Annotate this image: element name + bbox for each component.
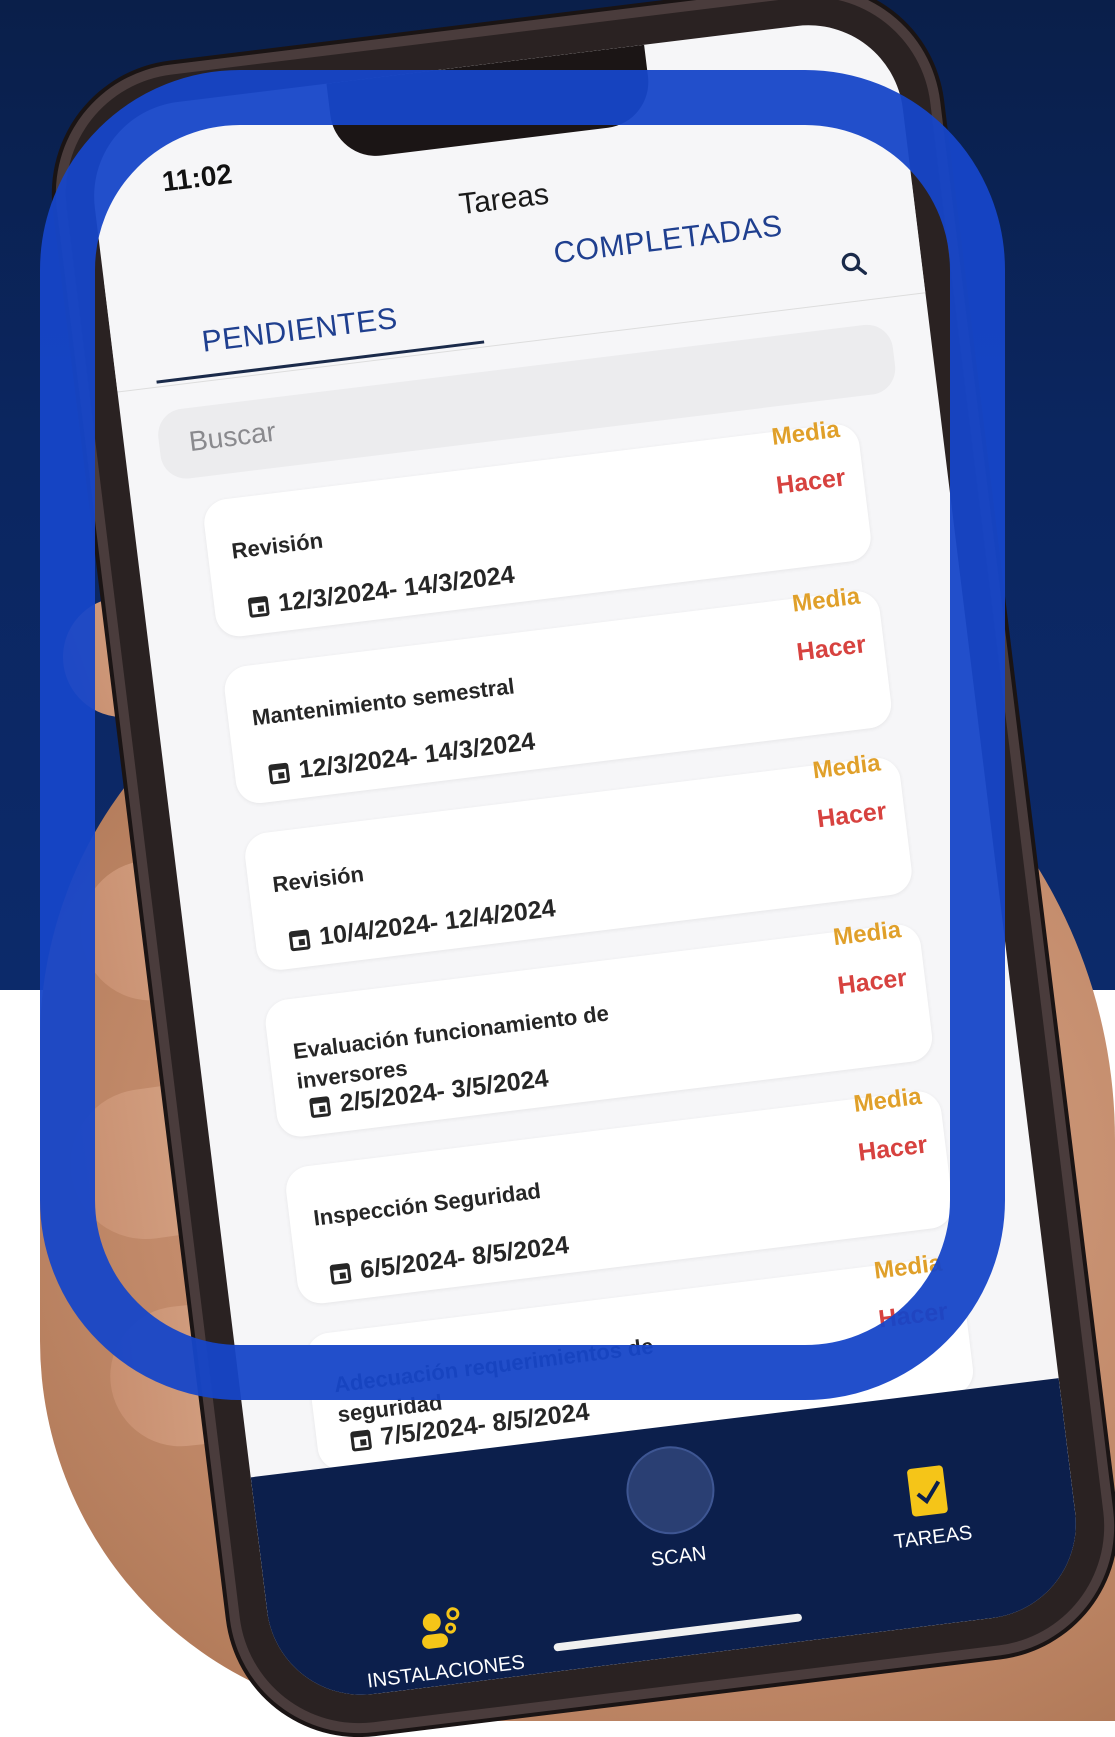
nav-scan[interactable]: SCAN (618, 1441, 740, 1576)
scan-qr-icon (621, 1441, 720, 1540)
nav-scan-label: SCAN (649, 1542, 708, 1572)
nav-tareas[interactable]: TAREAS (855, 1457, 1004, 1558)
tasks-checklist-icon (907, 1465, 948, 1517)
decorative-frame (40, 70, 1005, 1400)
nav-tareas-label: TAREAS (892, 1521, 974, 1554)
home-indicator (553, 1613, 803, 1652)
workers-gear-icon (422, 1607, 460, 1649)
calendar-icon (349, 1429, 373, 1452)
